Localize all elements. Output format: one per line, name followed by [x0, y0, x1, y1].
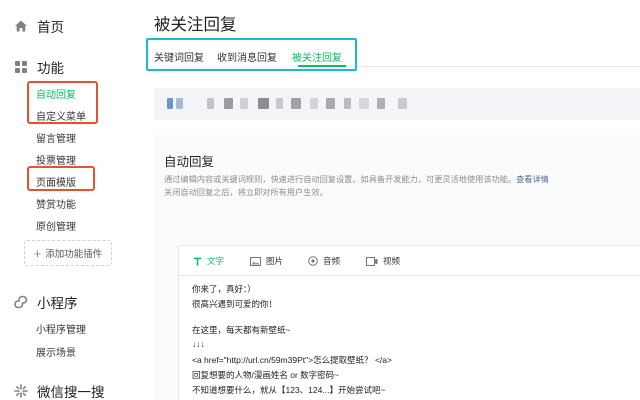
sidebar-item-originals[interactable]: 原创管理 [36, 218, 76, 233]
redacted-mosaic [291, 98, 301, 109]
editor-toolbar: 文字 图片 音频 视频 [179, 246, 640, 276]
message-line: 在这里，每天都有新壁纸~ [192, 325, 291, 335]
tool-video[interactable]: 视频 [366, 255, 400, 267]
highlight-box-menu [27, 81, 98, 124]
tabs-divider [357, 66, 640, 67]
sidebar-section-miniprogram-label: 小程序 [37, 296, 78, 311]
tab-message-reply[interactable]: 收到消息回复 [217, 49, 277, 64]
tab-active-underline [298, 65, 346, 67]
sidebar-home-label: 首页 [37, 20, 64, 35]
redacted-mosaic [344, 98, 351, 109]
reply-editor: 文字 图片 音频 视频 你来了，真好：） 很高兴遇到可爱的你！ 在这里，每天都有… [178, 245, 640, 400]
sidebar-item-comments[interactable]: 留言管理 [36, 130, 76, 145]
message-link-line[interactable]: <a href="http://url.cn/59m39Pt">怎么提取壁纸？ … [192, 354, 392, 366]
sidebar-home[interactable]: 首页 [14, 16, 64, 36]
sidebar-section-search-label: 微信搜一搜 [37, 385, 105, 400]
message-line: 很高兴遇到可爱的你！ [192, 299, 278, 309]
plus-icon: + [33, 245, 42, 261]
tool-image[interactable]: 图片 [250, 255, 283, 267]
redacted-mosaic [224, 98, 233, 109]
redacted-mosaic [276, 98, 283, 109]
video-icon [366, 256, 378, 266]
sidebar-section-features-label: 功能 [37, 61, 64, 76]
sidebar-item-miniprogram-manage[interactable]: 小程序管理 [36, 321, 86, 336]
redacted-mosaic [359, 98, 369, 109]
tool-text[interactable]: 文字 [193, 255, 224, 267]
tool-audio[interactable]: 音频 [308, 255, 340, 267]
redacted-mosaic [258, 98, 269, 109]
redacted-mosaic [176, 98, 183, 109]
view-details-link[interactable]: 查看详情 [516, 175, 549, 184]
grid-icon [14, 60, 28, 74]
sidebar-item-tipping[interactable]: 赞赏功能 [36, 196, 76, 211]
message-line: 不知道想要什么，就从【123、124...】开始尝试吧~ [192, 385, 386, 395]
message-line: 回复想要的人物/漫画姓名 or 数字密码~ [192, 370, 340, 380]
tab-keyword-reply[interactable]: 关键词回复 [154, 49, 204, 64]
tabs-bar: 关键词回复 收到消息回复 被关注回复 [146, 38, 357, 71]
message-line: ↓↓↓ [192, 339, 205, 349]
page-title: 被关注回复 [154, 16, 237, 34]
tool-video-label: 视频 [383, 256, 401, 266]
redacted-mosaic [326, 98, 335, 109]
home-icon [14, 19, 28, 33]
auto-reply-desc-text: 通过编辑内容或关键词规则，快速进行自动回复设置。如具备开发能力，可更灵活地使用该… [164, 175, 517, 184]
add-plugin-label: 添加功能插件 [45, 249, 103, 260]
sidebar-section-miniprogram[interactable]: 小程序 [14, 292, 78, 312]
auto-reply-title: 自动回复 [164, 155, 215, 169]
text-icon [193, 257, 202, 266]
redacted-mosaic [398, 98, 407, 109]
audio-icon [308, 256, 318, 266]
sidebar-item-scenes[interactable]: 展示场景 [36, 344, 76, 359]
auto-reply-desc-line2: 关闭自动回复之后，将立即对所有用户生效。 [164, 188, 328, 197]
tool-text-label: 文字 [207, 256, 225, 266]
message-line: 你来了，真好：） [192, 284, 256, 294]
redacted-mosaic [207, 98, 214, 109]
redacted-mosaic [310, 98, 318, 109]
tool-image-label: 图片 [266, 256, 284, 266]
redacted-mosaic [167, 98, 173, 109]
sidebar-section-search[interactable]: 微信搜一搜 [14, 381, 105, 400]
sparkle-icon [14, 384, 28, 398]
tool-audio-label: 音频 [323, 256, 341, 266]
redacted-mosaic [240, 98, 248, 109]
add-plugin-button[interactable]: + 添加功能插件 [24, 240, 112, 266]
auto-reply-description: 通过编辑内容或关键词规则，快速进行自动回复设置。如具备开发能力，可更灵活地使用该… [164, 173, 549, 185]
main-panel: 被关注回复 关键词回复 收到消息回复 被关注回复 自动回复 通过编辑内容或关键词… [140, 0, 640, 400]
highlight-box-template [27, 166, 95, 191]
sidebar-section-features[interactable]: 功能 [14, 57, 64, 77]
redacted-mosaic [377, 98, 385, 109]
account-info-bar-redacted [154, 88, 640, 120]
miniprogram-icon [14, 295, 28, 309]
sidebar: 首页 功能 自动回复 自定义菜单 留言管理 投票管理 页面模版 赞赏功能 原创管… [0, 0, 140, 400]
tab-follow-reply[interactable]: 被关注回复 [292, 49, 342, 64]
sidebar-item-votes[interactable]: 投票管理 [36, 152, 76, 167]
image-icon [250, 256, 261, 266]
